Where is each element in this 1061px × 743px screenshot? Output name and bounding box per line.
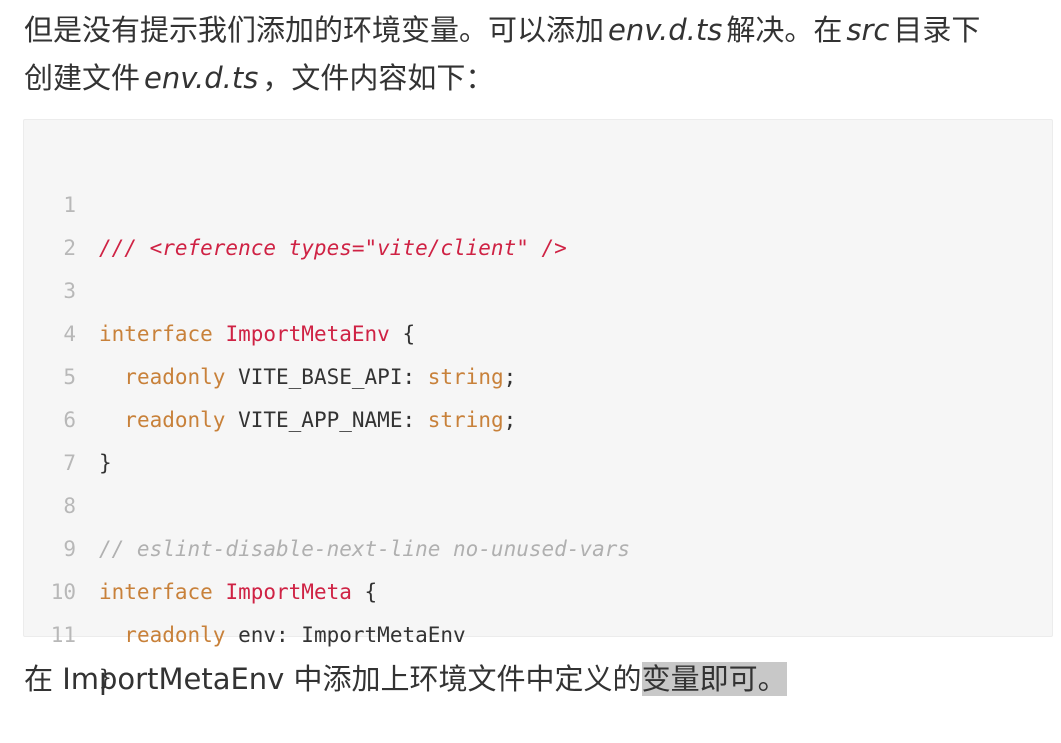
intro-line-1: 但是没有提示我们添加的环境变量。可以添加 env.d.ts 解决。在 src 目录下	[24, 6, 1059, 54]
code-text: readonly env: ImportMetaEnv	[99, 614, 466, 657]
code-line: 1 /// <reference types="vite/client" />	[24, 141, 1052, 260]
article-content: 但是没有提示我们添加的环境变量。可以添加 env.d.ts 解决。在 src 目录下 创…	[0, 0, 1061, 716]
code-line: 4 readonly VITE_BASE_API: string;	[24, 270, 1052, 389]
code-line: 8 // eslint-disable-next-line no-unused-…	[24, 442, 1052, 561]
line-number: 11	[50, 623, 76, 647]
code-identifier: env: ImportMetaEnv	[225, 623, 466, 647]
code-line: 2	[24, 184, 1052, 260]
inline-code-filename: env.d.ts	[144, 61, 259, 95]
outro-paragraph: 在 ImportMetaEnv 中添加上环境文件中定义的变量即可。	[24, 656, 787, 702]
inline-code-dirname: src	[846, 13, 890, 47]
intro-text: 解决。在	[726, 13, 843, 47]
code-keyword: readonly	[124, 623, 226, 647]
code-line: 9 interface ImportMeta {	[24, 485, 1052, 604]
intro-text: 目录下	[893, 13, 981, 47]
code-line: 11 }	[24, 571, 1052, 690]
code-line: 3 interface ImportMetaEnv {	[24, 227, 1052, 346]
code-line: 5 readonly VITE_APP_NAME: string;	[24, 313, 1052, 432]
code-line: 6 }	[24, 356, 1052, 475]
inline-code-filename: env.d.ts	[608, 13, 723, 47]
selected-text[interactable]: 变量即可。	[641, 662, 787, 696]
intro-line-2: 创建文件 env.d.ts ，文件内容如下：	[24, 54, 1059, 102]
intro-text: ，文件内容如下：	[262, 61, 495, 95]
intro-text: 但是没有提示我们添加的环境变量。可以添加	[24, 13, 605, 47]
intro-paragraph: 但是没有提示我们添加的环境变量。可以添加 env.d.ts 解决。在 src 目录下 创…	[24, 6, 1059, 102]
code-block[interactable]: 1 /// <reference types="vite/client" /> …	[23, 119, 1053, 690]
intro-text: 创建文件	[24, 61, 141, 95]
outro-text: 在 ImportMetaEnv 中添加上环境文件中定义的	[24, 662, 642, 696]
code-line: 7	[24, 399, 1052, 475]
code-line: 10 readonly env: ImportMetaEnv	[24, 528, 1052, 647]
